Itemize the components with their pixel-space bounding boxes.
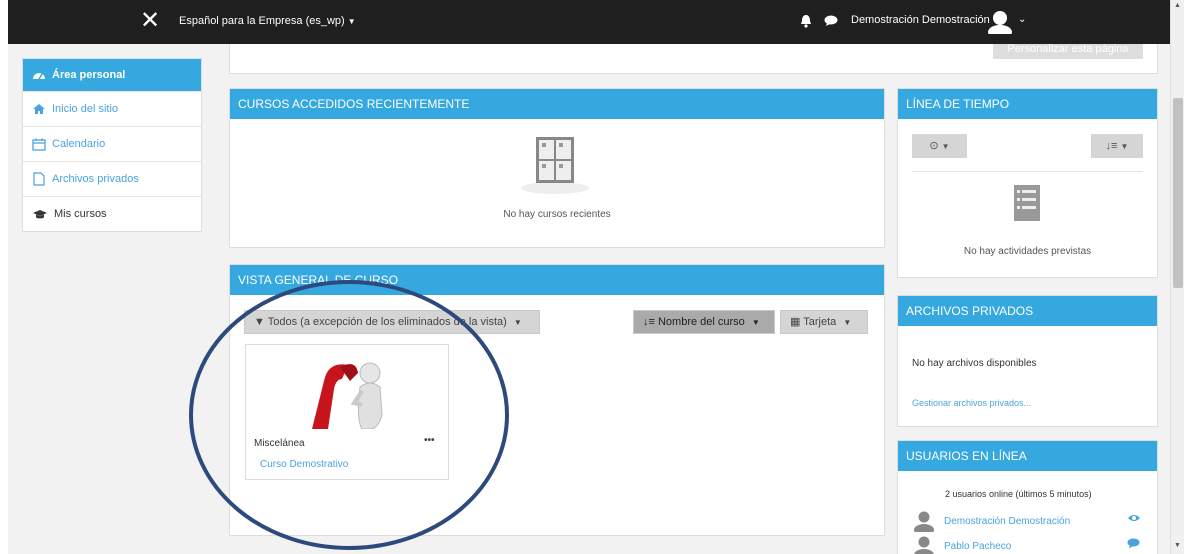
block-title: VISTA GENERAL DE CURSO <box>230 265 884 295</box>
block-title: ARCHIVOS PRIVADOS <box>898 296 1157 326</box>
recent-empty-text: No hay cursos recientes <box>503 209 611 220</box>
timeline-filter-button[interactable]: ⊙ ▼ <box>912 134 967 158</box>
bell-icon[interactable] <box>800 14 812 28</box>
course-selector[interactable]: Español para la Empresa (es_wp) ▼ <box>179 15 356 27</box>
sidebar-item-area-personal[interactable]: Área personal <box>23 59 201 91</box>
sidebar-item-calendario[interactable]: Calendario <box>23 126 201 161</box>
eye-icon[interactable] <box>1127 513 1141 523</box>
caret-down-icon: ▼ <box>751 318 760 327</box>
message-icon[interactable] <box>1127 538 1140 549</box>
sort-icon: ↓≡ <box>643 316 655 328</box>
course-selector-label: Español para la Empresa (es_wp) <box>179 15 345 27</box>
chevron-down-icon[interactable]: ⌄ <box>1018 14 1026 25</box>
activities-empty-icon <box>1014 185 1040 221</box>
online-summary: 2 usuarios online (últimos 5 minutos) <box>945 489 1092 499</box>
calendar-icon <box>32 138 46 151</box>
online-users-block: USUARIOS EN LÍNEA 2 usuarios online (últ… <box>897 440 1158 554</box>
sort-icon: ↓≡ <box>1105 140 1118 152</box>
graduation-cap-icon <box>33 209 47 218</box>
home-icon <box>33 104 45 114</box>
timeline-sort-button[interactable]: ↓≡ ▼ <box>1091 134 1143 158</box>
sidebar-item-mis-cursos[interactable]: Mis cursos <box>23 196 201 231</box>
sidebar-item-label: Archivos privados <box>52 173 139 185</box>
sort-label: Nombre del curso <box>657 316 745 328</box>
course-filter-label: Todos (a excepción de los eliminados de … <box>267 316 507 328</box>
online-user-row: Pablo Pacheco <box>913 535 1143 554</box>
block-title: CURSOS ACCEDIDOS RECIENTEMENTE <box>230 89 884 119</box>
online-user-row: Demostración Demostración <box>913 510 1143 532</box>
view-dropdown[interactable]: ▦ Tarjeta ▼ <box>780 310 868 334</box>
scrollbar[interactable]: ▲ ▼ <box>1170 0 1184 554</box>
sidebar-item-inicio[interactable]: Inicio del sitio <box>23 91 201 126</box>
chat-icon[interactable] <box>824 15 838 27</box>
filter-icon: ▼ <box>254 316 265 328</box>
course-category: Miscelánea <box>254 438 305 449</box>
close-icon[interactable]: ✕ <box>140 8 160 34</box>
scroll-thumb[interactable] <box>1173 98 1183 288</box>
view-label: Tarjeta <box>803 316 837 328</box>
divider <box>912 171 1143 172</box>
caret-down-icon: ▼ <box>1120 142 1129 151</box>
dashboard-icon <box>33 73 45 80</box>
online-user-name[interactable]: Pablo Pacheco <box>944 541 1011 552</box>
avatar-icon <box>914 536 934 554</box>
file-icon <box>33 172 45 186</box>
course-filter-dropdown[interactable]: ▼ Todos (a excepción de los eliminados d… <box>244 310 540 334</box>
courses-empty-icon <box>521 137 589 194</box>
sidebar-item-label: Área personal <box>52 69 126 81</box>
scroll-up-arrow[interactable]: ▲ <box>1174 2 1181 9</box>
page-header-strip: Personalizar esta página <box>229 44 1158 74</box>
caret-down-icon: ▼ <box>513 318 522 327</box>
page-left-edge <box>0 0 8 554</box>
grid-icon: ▦ <box>790 316 801 328</box>
manage-files-link[interactable]: Gestionar archivos privados... <box>912 398 1031 408</box>
customize-page-button[interactable]: Personalizar esta página <box>993 44 1143 59</box>
clock-icon: ⊙ <box>929 140 939 152</box>
more-options-icon[interactable]: ••• <box>424 435 435 446</box>
top-navbar: ✕ Español para la Empresa (es_wp) ▼ Demos… <box>0 0 1170 44</box>
timeline-empty-text: No hay actividades previstas <box>963 246 1092 257</box>
course-link[interactable]: Curso Demostrativo <box>260 459 348 470</box>
avatar-icon[interactable] <box>986 10 1014 34</box>
user-name[interactable]: Demostración Demostración <box>851 14 990 26</box>
caret-down-icon: ▼ <box>941 142 950 151</box>
block-title: LÍNEA DE TIEMPO <box>898 89 1157 119</box>
scroll-down-arrow[interactable]: ▼ <box>1174 542 1181 549</box>
block-title: USUARIOS EN LÍNEA <box>898 441 1157 471</box>
course-card[interactable]: Miscelánea ••• Curso Demostrativo <box>245 344 449 480</box>
recent-courses-block: CURSOS ACCEDIDOS RECIENTEMENTE No hay cu… <box>229 88 885 248</box>
sidebar-item-label: Calendario <box>52 138 106 150</box>
sidebar-item-archivos[interactable]: Archivos privados <box>23 161 201 196</box>
caret-down-icon: ▼ <box>843 318 852 327</box>
caret-down-icon: ▼ <box>347 17 356 26</box>
sidebar-nav: Área personal Inicio del sitio Calendari… <box>22 58 202 232</box>
sidebar-item-label: Mis cursos <box>54 208 107 220</box>
sort-dropdown[interactable]: ↓≡ Nombre del curso ▼ <box>633 310 775 334</box>
private-files-block: ARCHIVOS PRIVADOS No hay archivos dispon… <box>897 295 1158 427</box>
sidebar-item-label: Inicio del sitio <box>52 103 119 115</box>
course-overview-block: VISTA GENERAL DE CURSO ▼ Todos (a excepc… <box>229 264 885 536</box>
files-empty-text: No hay archivos disponibles <box>912 358 1037 369</box>
timeline-block: LÍNEA DE TIEMPO ⊙ ▼ ↓≡ ▼ No hay activida… <box>897 88 1158 278</box>
online-user-name[interactable]: Demostración Demostración <box>944 516 1070 527</box>
avatar-icon <box>914 511 934 532</box>
course-image <box>312 362 383 429</box>
